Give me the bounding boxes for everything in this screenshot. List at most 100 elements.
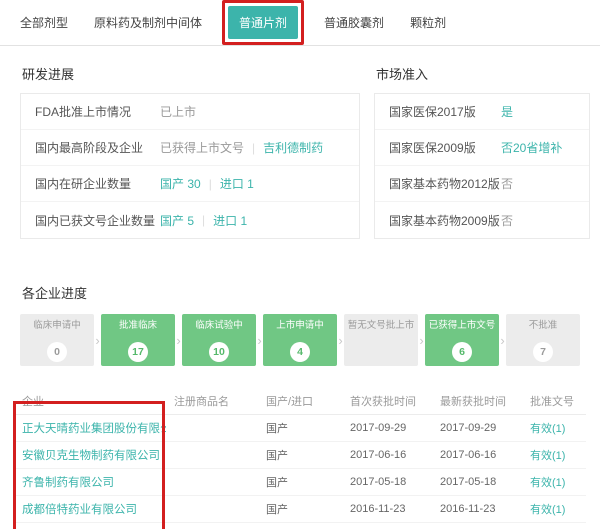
- company-table-section: 企业 注册商品名 国产/进口 首次获批时间 最新获批时间 批准文号 正大天晴药业…: [0, 388, 600, 529]
- tab-all-dosage-forms[interactable]: 全部剂型: [20, 14, 68, 31]
- row-label: 国内最高阶段及企业: [35, 139, 160, 156]
- brand-cell: [166, 468, 258, 495]
- stage-clinical-applying[interactable]: 临床申请中 0: [20, 314, 94, 366]
- import-count-link[interactable]: 进口 1: [220, 175, 254, 192]
- table-row: 正大天晴药业集团股份有限公司 国产 2017-09-29 2017-09-29 …: [14, 414, 586, 441]
- latest-approval-cell: 2015-04-29: [432, 522, 522, 529]
- license-link[interactable]: 有效(1): [530, 423, 565, 435]
- brand-cell: [166, 522, 258, 529]
- tab-plain-capsule[interactable]: 普通胶囊剂: [324, 14, 384, 31]
- tab-api-and-intermediates[interactable]: 原料药及制剂中间体: [94, 14, 202, 31]
- company-link-gilead[interactable]: 吉利德制药: [263, 139, 323, 156]
- domestic-count-link[interactable]: 国产 30: [160, 175, 201, 192]
- stage-marketing-applying[interactable]: 上市申请中 4: [263, 314, 337, 366]
- stage-count-badge: 0: [47, 342, 67, 362]
- license-link[interactable]: 有效(1): [530, 504, 565, 516]
- origin-cell: 国产: [258, 441, 342, 468]
- tab-plain-tablet[interactable]: 普通片剂: [228, 6, 298, 39]
- chevron-right-icon: ›: [176, 334, 180, 347]
- chevron-right-icon: ›: [338, 334, 342, 347]
- table-row: 成都倍特药业有限公司 国产 2016-11-23 2016-11-23 有效(1…: [14, 495, 586, 522]
- row-label: FDA批准上市情况: [35, 103, 160, 120]
- table-header-row: 企业 注册商品名 国产/进口 首次获批时间 最新获批时间 批准文号: [14, 388, 586, 414]
- row-label: 国家医保2009版: [389, 139, 501, 156]
- table-row: 齐鲁制药有限公司 国产 2017-05-18 2017-05-18 有效(1): [14, 468, 586, 495]
- market-row-medicare-2017: 国家医保2017版 是: [375, 94, 589, 130]
- stage-label: 已获得上市文号: [427, 320, 497, 332]
- dosage-form-tabs: 全部剂型 原料药及制剂中间体 普通片剂 普通胶囊剂 颗粒剂: [0, 0, 600, 46]
- latest-approval-cell: 2016-11-23: [432, 495, 522, 522]
- first-approval-cell: 2017-05-18: [342, 468, 432, 495]
- company-progress-pipeline: 临床申请中 0 › 批准临床 17 › 临床试验中 10 › 上市申请中 4 ›…: [20, 314, 580, 366]
- col-header-company: 企业: [14, 388, 166, 414]
- tab-granule[interactable]: 颗粒剂: [410, 14, 446, 31]
- market-access-panel: 市场准入 国家医保2017版 是 国家医保2009版 否20省增补 国家基本药物…: [374, 64, 590, 239]
- market-row-essential-2012: 国家基本药物2012版 否: [375, 166, 589, 202]
- market-row-medicare-2009: 国家医保2009版 否20省增补: [375, 130, 589, 166]
- row-value: 否: [501, 177, 513, 191]
- rd-row-companies-in-research: 国内在研企业数量 国产 30 | 进口 1: [21, 166, 359, 202]
- medicare-2009-value-link[interactable]: 否20省增补: [501, 141, 562, 155]
- stage-count-badge: 10: [209, 342, 229, 362]
- license-link[interactable]: 有效(1): [530, 477, 565, 489]
- latest-approval-cell: 2017-09-29: [432, 414, 522, 441]
- latest-approval-cell: 2017-05-18: [432, 468, 522, 495]
- drug-detail-page: 全部剂型 原料药及制剂中间体 普通片剂 普通胶囊剂 颗粒剂 研发进展 FDA批准…: [0, 0, 600, 529]
- stage-label: 批准临床: [103, 320, 173, 332]
- tab-plain-tablet-label: 普通片剂: [239, 16, 287, 30]
- stage-not-approved[interactable]: 不批准 7: [506, 314, 580, 366]
- company-link[interactable]: 成都倍特药业有限公司: [22, 504, 137, 516]
- company-link[interactable]: 正大天晴药业集团股份有限公司: [22, 423, 166, 435]
- origin-cell: 国产: [258, 414, 342, 441]
- first-approval-cell: 2017-06-16: [342, 441, 432, 468]
- market-access-title: 市场准入: [376, 64, 590, 83]
- company-progress-title: 各企业进度: [22, 283, 580, 302]
- stage-count-badge: 17: [128, 342, 148, 362]
- row-value: 已上市: [160, 103, 196, 120]
- company-link[interactable]: 齐鲁制药有限公司: [22, 477, 114, 489]
- company-link[interactable]: 安徽贝克生物制药有限公司: [22, 450, 160, 462]
- domestic-count-link[interactable]: 国产 5: [160, 212, 194, 229]
- info-panels: 研发进展 FDA批准上市情况 已上市 国内最高阶段及企业 已获得上市文号 | 吉…: [0, 46, 600, 239]
- brand-cell: [166, 441, 258, 468]
- chevron-right-icon: ›: [257, 334, 261, 347]
- license-link[interactable]: 有效(1): [530, 450, 565, 462]
- stage-count-badge: 4: [290, 342, 310, 362]
- chevron-right-icon: ›: [500, 334, 504, 347]
- row-value: 已获得上市文号: [160, 139, 244, 156]
- row-value: 否: [501, 214, 513, 228]
- medicare-2017-value-link[interactable]: 是: [501, 105, 513, 119]
- import-count-link[interactable]: 进口 1: [213, 212, 247, 229]
- stage-no-license-approved[interactable]: 暂无文号批上市: [344, 314, 418, 366]
- divider: |: [252, 141, 255, 155]
- divider: |: [202, 213, 205, 227]
- col-header-brand: 注册商品名: [166, 388, 258, 414]
- stage-license-obtained[interactable]: 已获得上市文号 6: [425, 314, 499, 366]
- first-approval-cell: 2016-11-23: [342, 495, 432, 522]
- stage-count-badge: 7: [533, 342, 553, 362]
- row-label: 国内已获文号企业数量: [35, 212, 160, 229]
- stage-label: 暂无文号批上市: [346, 320, 416, 332]
- company-progress-section: 各企业进度 临床申请中 0 › 批准临床 17 › 临床试验中 10 › 上市申…: [0, 239, 600, 366]
- stage-label: 不批准: [508, 320, 578, 332]
- rd-progress-panel: 研发进展 FDA批准上市情况 已上市 国内最高阶段及企业 已获得上市文号 | 吉…: [20, 64, 360, 239]
- stage-clinical-approved[interactable]: 批准临床 17: [101, 314, 175, 366]
- origin-cell: 国产: [258, 468, 342, 495]
- first-approval-cell: 2015-04-29: [342, 522, 432, 529]
- first-approval-cell: 2017-09-29: [342, 414, 432, 441]
- rd-progress-title: 研发进展: [22, 64, 360, 83]
- stage-in-clinical-trial[interactable]: 临床试验中 10: [182, 314, 256, 366]
- brand-cell: [166, 495, 258, 522]
- market-access-box: 国家医保2017版 是 国家医保2009版 否20省增补 国家基本药物2012版…: [374, 93, 590, 239]
- chevron-right-icon: ›: [419, 334, 423, 347]
- brand-cell: [166, 414, 258, 441]
- origin-cell: 国产: [258, 495, 342, 522]
- row-label: 国内在研企业数量: [35, 175, 160, 192]
- col-header-origin: 国产/进口: [258, 388, 342, 414]
- stage-count-badge: 6: [452, 342, 472, 362]
- stage-label: 临床申请中: [22, 320, 92, 332]
- chevron-right-icon: ›: [95, 334, 99, 347]
- row-label: 国家医保2017版: [389, 103, 501, 120]
- col-header-first-approval: 首次获批时间: [342, 388, 432, 414]
- market-row-essential-2009: 国家基本药物2009版 否: [375, 202, 589, 238]
